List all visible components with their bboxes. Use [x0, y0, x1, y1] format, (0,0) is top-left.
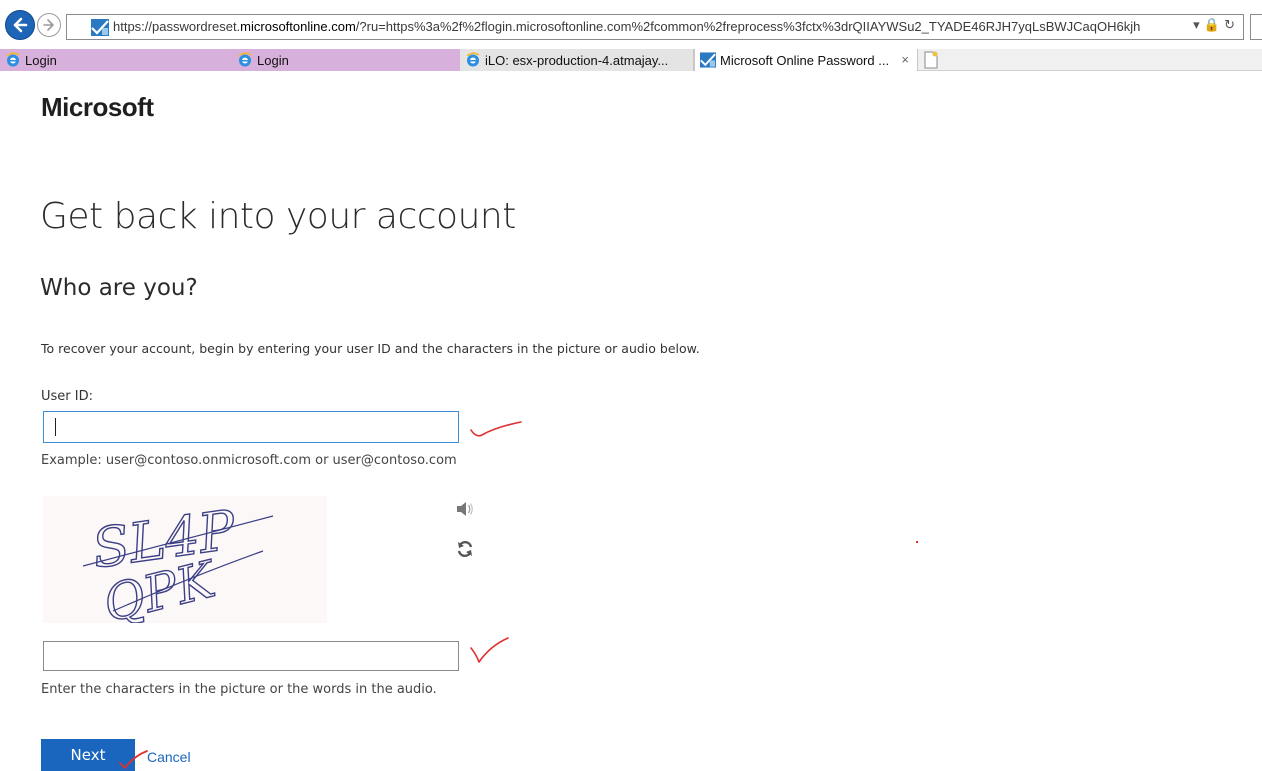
user-id-input[interactable] [43, 411, 459, 443]
tab-label: iLO: esx-production-4.atmajay... [485, 52, 669, 68]
forward-button[interactable] [37, 13, 61, 37]
url-field[interactable]: https://passwordreset.microsoftonline.co… [66, 14, 1244, 40]
ie-icon [6, 52, 20, 67]
red-check-annotation [470, 637, 509, 663]
captcha-input[interactable] [43, 641, 459, 671]
arrow-right-icon [43, 19, 54, 31]
tab-ilo[interactable]: iLO: esx-production-4.atmajay... [460, 49, 694, 71]
url-controls[interactable]: ▾ 🔒 ↻ [1193, 18, 1235, 33]
back-button[interactable] [5, 10, 35, 40]
captcha-image: SL4P QPK [43, 496, 327, 634]
speaker-icon[interactable] [456, 502, 474, 516]
tab-label: Login [257, 52, 289, 68]
ie-icon [466, 52, 480, 67]
captcha-drawing: SL4P QPK [82, 497, 274, 634]
page-title: Get back into your account [40, 196, 516, 237]
tab-label: Microsoft Online Password ... [720, 52, 890, 68]
new-tab-icon [924, 51, 938, 69]
ie-icon [238, 52, 252, 67]
red-check-annotation [119, 750, 148, 770]
site-favicon-icon [91, 19, 109, 36]
user-id-label: User ID: [41, 389, 93, 404]
red-check-annotation [470, 421, 522, 437]
address-bar-row: https://passwordreset.microsoftonline.co… [0, 0, 1262, 48]
address-bar-edge [1250, 14, 1262, 40]
tab-label: Login [25, 52, 57, 68]
site-favicon-icon [700, 52, 716, 68]
tab-login-1[interactable]: Login [0, 49, 232, 71]
page-subtitle: Who are you? [40, 275, 198, 301]
tab-login-2[interactable]: Login [232, 49, 460, 71]
tab-password-reset[interactable]: Microsoft Online Password ... × [694, 49, 918, 71]
red-dot-annotation [916, 541, 918, 543]
captcha-help-text: Enter the characters in the picture or t… [41, 682, 437, 697]
text-caret [55, 418, 56, 436]
arrow-left-icon [13, 17, 28, 33]
new-tab-button[interactable] [920, 50, 942, 70]
refresh-icon[interactable] [456, 540, 474, 558]
url-text: https://passwordreset.microsoftonline.co… [113, 19, 1141, 34]
microsoft-logo: Microsoft [41, 92, 154, 122]
close-icon[interactable]: × [901, 52, 909, 67]
intro-text: To recover your account, begin by enteri… [41, 341, 700, 356]
tab-bar: Login Login iLO: esx-production-4.atmaja… [0, 49, 1262, 71]
cancel-link[interactable]: Cancel [147, 749, 191, 765]
example-text: Example: user@contoso.onmicrosoft.com or… [41, 453, 457, 468]
